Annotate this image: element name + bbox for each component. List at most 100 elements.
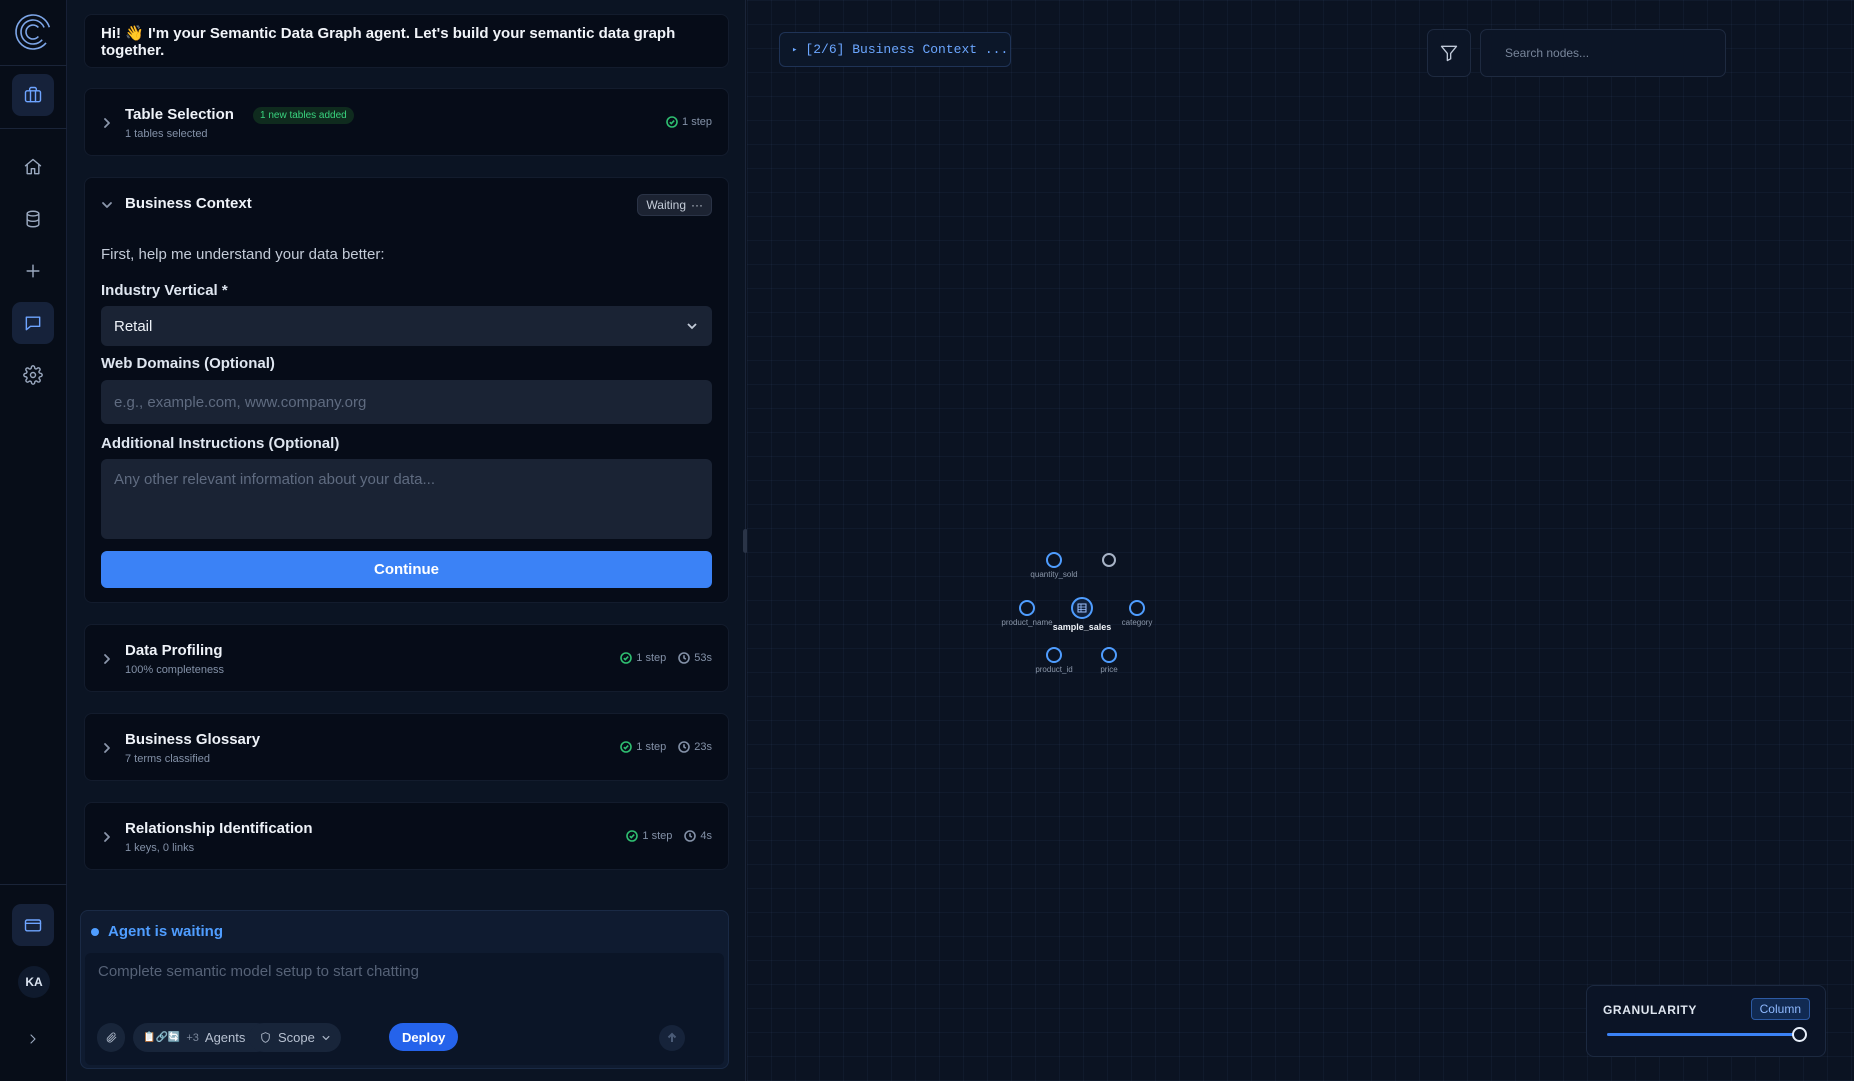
clock-icon — [684, 830, 697, 842]
granularity-slider-track[interactable] — [1607, 1033, 1799, 1036]
status-dot-icon — [91, 927, 99, 936]
rail-divider — [0, 128, 67, 129]
chevron-right-icon[interactable] — [100, 741, 114, 755]
step-subtitle: 7 terms classified — [125, 753, 210, 765]
chevron-right-icon[interactable] — [100, 652, 114, 666]
step-meta: 1 step 53s — [620, 652, 712, 664]
graph-node-category[interactable]: category — [1122, 600, 1153, 627]
agent-status: Agent is waiting — [91, 923, 223, 940]
step-business-context: Business Context Waiting ··· First, help… — [84, 177, 729, 603]
chevron-right-icon[interactable] — [100, 116, 114, 130]
node-label: product_name — [1001, 618, 1053, 627]
agent-icons: 📋🔗🔄 — [143, 1032, 181, 1043]
chat-button[interactable] — [12, 302, 54, 344]
step-meta: 1 step 23s — [620, 741, 712, 753]
industry-select[interactable]: Retail — [101, 306, 712, 346]
chat-icon — [25, 316, 41, 331]
shield-icon — [261, 1032, 270, 1043]
granularity-value-badge: Column — [1750, 998, 1810, 1020]
step-data-profiling[interactable]: Data Profiling 100% completeness 1 step … — [84, 624, 729, 692]
granularity-title: GRANULARITY — [1603, 1003, 1697, 1017]
graph-node-sample-sales[interactable]: sample_sales — [1053, 597, 1112, 632]
agents-label: Agents — [204, 1030, 246, 1045]
greeting-text: Hi! 👋 I'm your Semantic Data Graph agent… — [101, 24, 676, 59]
send-button[interactable] — [659, 1025, 685, 1051]
graph-node-product-id[interactable]: product_id — [1035, 647, 1073, 674]
node-label: quantity_sold — [1030, 570, 1077, 579]
step-relationship-identification[interactable]: Relationship Identification 1 keys, 0 li… — [84, 802, 729, 870]
step-title: Table Selection — [125, 106, 234, 123]
step-subtitle: 1 keys, 0 links — [125, 842, 195, 854]
granularity-slider-thumb[interactable] — [1792, 1027, 1807, 1042]
step-title: Data Profiling — [125, 642, 223, 659]
check-circle-icon — [626, 830, 639, 842]
briefcase-icon — [24, 86, 42, 103]
status-badge: Waiting ··· — [637, 194, 712, 216]
expand-sidebar-button[interactable] — [12, 1018, 54, 1060]
new-tables-badge: 1 new tables added — [253, 107, 354, 124]
agent-extra-count: +3 — [186, 1031, 199, 1044]
chat-composer: Agent is waiting 📋🔗🔄 +3 Agents Scope Dep… — [80, 910, 729, 1069]
chevron-down-icon — [322, 1035, 330, 1040]
database-icon — [26, 210, 40, 228]
billing-button[interactable] — [12, 904, 54, 946]
semantic-graph[interactable]: quantity_sold product_name sample_sales … — [747, 0, 1854, 1081]
chevron-right-icon — [30, 1034, 36, 1044]
home-button[interactable] — [12, 146, 54, 188]
industry-value: Retail — [114, 317, 153, 335]
step-meta: 1 step — [666, 116, 712, 128]
node-label: sample_sales — [1053, 622, 1112, 632]
instructions-input[interactable] — [101, 459, 712, 539]
more-icon: ··· — [691, 198, 703, 212]
instructions-label: Additional Instructions (Optional) — [101, 435, 340, 452]
app-logo-icon[interactable] — [13, 12, 53, 52]
step-table-selection[interactable]: Table Selection 1 new tables added 1 tab… — [84, 88, 729, 156]
rail-divider — [0, 65, 67, 66]
graph-node-quantity-sold[interactable]: quantity_sold — [1030, 552, 1078, 579]
domains-input[interactable] — [101, 380, 712, 424]
graph-node-unlabeled[interactable] — [1102, 553, 1116, 567]
form-intro: First, help me understand your data bett… — [101, 246, 385, 263]
step-count: 1 step — [642, 830, 673, 842]
continue-button[interactable]: Continue — [101, 551, 712, 588]
step-title: Relationship Identification — [125, 820, 313, 837]
check-circle-icon — [666, 116, 678, 128]
nav-rail: KA — [0, 0, 67, 1081]
chevron-down-icon — [687, 323, 697, 330]
node-label: price — [1100, 665, 1118, 674]
chevron-down-icon[interactable] — [100, 198, 114, 212]
agent-status-text: Agent is waiting — [108, 923, 224, 940]
check-circle-icon — [620, 741, 633, 753]
step-duration: 53s — [694, 652, 712, 664]
home-icon — [24, 158, 42, 175]
step-title: Business Context — [125, 195, 252, 212]
check-circle-icon — [620, 652, 633, 664]
new-button[interactable] — [12, 250, 54, 292]
workspace-button[interactable] — [12, 74, 54, 116]
step-meta: 1 step 4s — [626, 830, 712, 842]
industry-label: Industry Vertical * — [101, 282, 228, 299]
paperclip-icon — [106, 1032, 116, 1043]
graph-node-product-name[interactable]: product_name — [1001, 600, 1053, 627]
step-subtitle: 1 tables selected — [125, 128, 208, 140]
deploy-button[interactable]: Deploy — [389, 1023, 459, 1051]
step-subtitle: 100% completeness — [125, 664, 225, 676]
settings-button[interactable] — [12, 354, 54, 396]
chevron-right-icon[interactable] — [100, 830, 114, 844]
scope-dropdown[interactable]: Scope — [249, 1023, 341, 1052]
step-title: Business Glossary — [125, 731, 261, 748]
agent-panel: Hi! 👋 I'm your Semantic Data Graph agent… — [67, 0, 746, 1081]
database-button[interactable] — [12, 198, 54, 240]
clock-icon — [678, 652, 691, 664]
avatar[interactable]: KA — [18, 966, 50, 998]
gear-icon — [23, 365, 43, 385]
step-count: 1 step — [636, 652, 667, 664]
step-count: 1 step — [682, 116, 712, 128]
graph-node-price[interactable]: price — [1100, 647, 1118, 674]
node-label: category — [1122, 618, 1153, 627]
step-business-glossary[interactable]: Business Glossary 7 terms classified 1 s… — [84, 713, 729, 781]
step-count: 1 step — [636, 741, 667, 753]
status-text: Waiting — [646, 198, 686, 212]
granularity-slider-fill — [1607, 1033, 1799, 1036]
attach-button[interactable] — [97, 1023, 125, 1052]
